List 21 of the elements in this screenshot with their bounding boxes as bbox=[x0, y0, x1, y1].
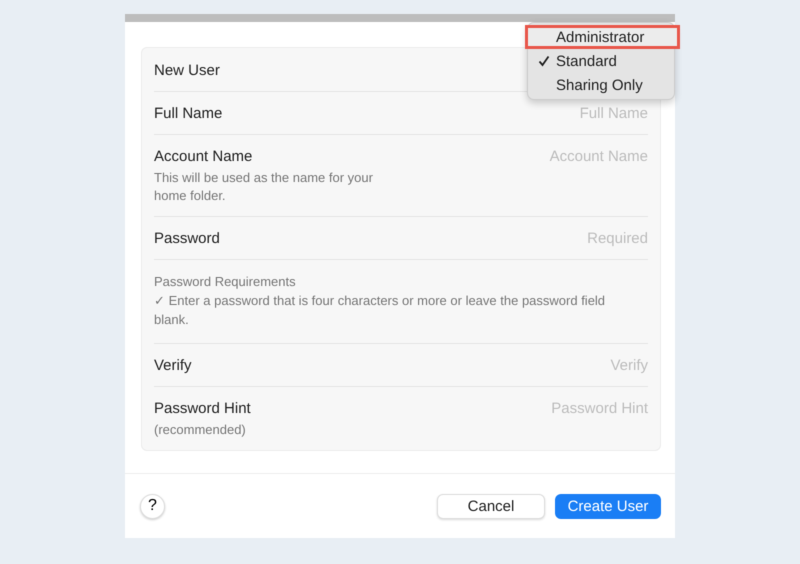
dialog-button[interactable]: Create User bbox=[555, 494, 661, 518]
field-label: Password bbox=[154, 229, 220, 248]
menu-item[interactable]: Sharing Only bbox=[525, 73, 677, 97]
requirements-text: ✓ Enter a password that is four characters or more or leave the password field blank. bbox=[154, 292, 606, 329]
dialog-button[interactable]: Cancel bbox=[437, 494, 545, 518]
input-field[interactable]: Verify bbox=[468, 356, 648, 375]
input-field[interactable]: Required bbox=[468, 229, 648, 248]
input-field[interactable]: Password Hint bbox=[468, 399, 648, 418]
input-field[interactable]: Account Name bbox=[468, 147, 648, 166]
requirements-title: Password Requirements bbox=[154, 273, 296, 291]
field-note: (recommended) bbox=[154, 421, 247, 439]
menu-item[interactable]: Administrator bbox=[525, 25, 680, 49]
input-field[interactable]: Full Name bbox=[468, 104, 648, 123]
field-label: Password Hint bbox=[154, 399, 252, 418]
field-label: Full Name bbox=[154, 104, 222, 123]
field-label: Verify bbox=[154, 356, 192, 375]
field-label: New User bbox=[154, 61, 220, 80]
help-button[interactable]: ? bbox=[140, 494, 165, 518]
field-label: Account Name bbox=[154, 147, 254, 166]
menu-item[interactable]: Standard bbox=[525, 49, 677, 73]
field-note: This will be used as the name for your home folder. bbox=[154, 169, 374, 205]
